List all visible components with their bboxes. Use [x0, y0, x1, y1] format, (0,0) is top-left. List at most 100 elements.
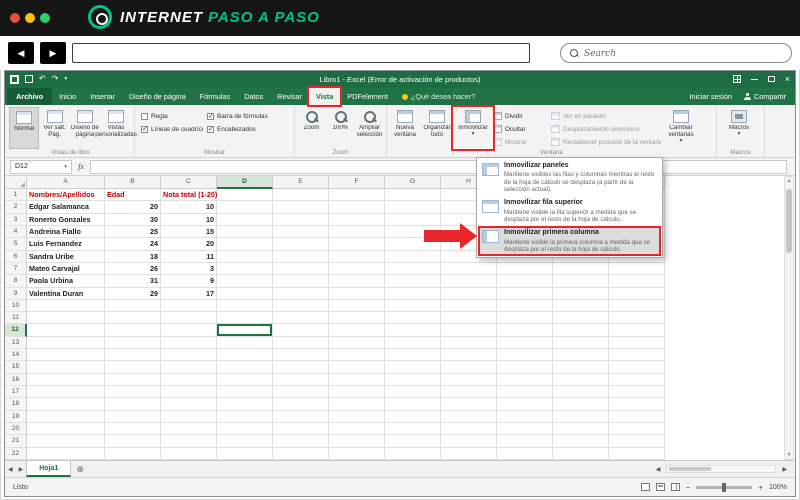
- zoom-button[interactable]: Zoom: [297, 107, 326, 149]
- cell-j19[interactable]: [553, 410, 609, 423]
- ribbon-tab-que-desea-hacer[interactable]: ¿Qué desea hacer?: [395, 88, 483, 105]
- vistas-personalizadas-button[interactable]: Vistas personalizadas: [95, 107, 137, 149]
- row-header-6[interactable]: 6: [5, 250, 27, 263]
- cell-d18[interactable]: [217, 398, 273, 411]
- cell-d5[interactable]: [217, 238, 273, 251]
- cell-h21[interactable]: [441, 435, 497, 448]
- cell-h11[interactable]: [441, 312, 497, 325]
- cell-a13[interactable]: [27, 336, 105, 350]
- cell-c6[interactable]: 11: [161, 250, 217, 263]
- menu-item-inmovilizar-fila-superior[interactable]: Inmovilizar fila superior Mantiene visibl…: [478, 196, 661, 226]
- cell-b13[interactable]: [105, 336, 161, 350]
- vertical-scrollbar[interactable]: ▲ ▼: [784, 176, 794, 460]
- scroll-up-icon[interactable]: ▲: [787, 177, 792, 185]
- cell-e6[interactable]: [273, 250, 329, 263]
- cell-b19[interactable]: [105, 410, 161, 423]
- row-header-22[interactable]: 22: [5, 447, 27, 460]
- cell-g19[interactable]: [385, 410, 441, 423]
- cell-g13[interactable]: [385, 336, 441, 350]
- cell-c11[interactable]: [161, 312, 217, 325]
- cell-k17[interactable]: [609, 386, 665, 399]
- ribbon-tab-formulas[interactable]: Fórmulas: [193, 88, 237, 105]
- cell-j14[interactable]: [553, 349, 609, 362]
- cell-f18[interactable]: [329, 398, 385, 411]
- cell-e18[interactable]: [273, 398, 329, 411]
- cell-d20[interactable]: [217, 422, 273, 436]
- cell-d13[interactable]: [217, 336, 273, 350]
- hscroll-left-icon[interactable]: ◀: [653, 466, 664, 473]
- cell-c17[interactable]: [161, 386, 217, 399]
- zoom-slider-thumb[interactable]: [722, 482, 727, 492]
- cell-g10[interactable]: [385, 299, 441, 313]
- cell-k14[interactable]: [609, 349, 665, 362]
- cell-d16[interactable]: [217, 373, 273, 386]
- cell-c2[interactable]: 10: [161, 201, 217, 214]
- dividir-button[interactable]: Dividir: [493, 110, 551, 122]
- cell-j21[interactable]: [553, 435, 609, 448]
- row-header-1[interactable]: 1: [5, 189, 27, 202]
- cell-e17[interactable]: [273, 386, 329, 399]
- cell-b18[interactable]: [105, 398, 161, 411]
- cell-f3[interactable]: [329, 213, 385, 226]
- cell-i8[interactable]: [497, 275, 553, 288]
- cell-g2[interactable]: [385, 201, 441, 214]
- cell-b8[interactable]: 31: [105, 275, 161, 288]
- search-box[interactable]: [560, 43, 792, 63]
- cell-k12[interactable]: [609, 324, 665, 337]
- cell-f9[interactable]: [329, 287, 385, 300]
- normal-button[interactable]: Normal: [9, 107, 40, 149]
- column-header-g[interactable]: G: [385, 176, 441, 189]
- cell-h19[interactable]: [441, 410, 497, 423]
- organizar-todo-button[interactable]: Organizar todo: [421, 107, 453, 149]
- cell-k15[interactable]: [609, 361, 665, 374]
- cell-f16[interactable]: [329, 373, 385, 386]
- cell-i16[interactable]: [497, 373, 553, 386]
- cell-a22[interactable]: [27, 447, 105, 460]
- cell-j18[interactable]: [553, 398, 609, 411]
- cell-d17[interactable]: [217, 386, 273, 399]
- ribbon-tab-pdfelement[interactable]: PDFelement: [340, 88, 395, 105]
- cell-a15[interactable]: [27, 361, 105, 374]
- cell-d8[interactable]: [217, 275, 273, 288]
- row-header-10[interactable]: 10: [5, 299, 27, 313]
- hscroll-right-icon[interactable]: ▶: [779, 466, 790, 473]
- cell-k13[interactable]: [609, 336, 665, 350]
- cell-f1[interactable]: [329, 189, 385, 202]
- cell-d19[interactable]: [217, 410, 273, 423]
- row-header-12[interactable]: 12: [5, 324, 27, 337]
- row-header-13[interactable]: 13: [5, 336, 27, 350]
- forward-button[interactable]: ▶: [40, 42, 66, 64]
- cell-h20[interactable]: [441, 422, 497, 436]
- cell-i13[interactable]: [497, 336, 553, 350]
- new-sheet-icon[interactable]: ⊕: [76, 462, 84, 477]
- cell-c3[interactable]: 10: [161, 213, 217, 226]
- cell-d6[interactable]: [217, 250, 273, 263]
- macros-button[interactable]: Macros ▾: [719, 107, 759, 149]
- cell-f6[interactable]: [329, 250, 385, 263]
- cell-a4[interactable]: Andreina Fiallo: [27, 225, 105, 239]
- cell-g18[interactable]: [385, 398, 441, 411]
- cell-g1[interactable]: [385, 189, 441, 202]
- cell-g11[interactable]: [385, 312, 441, 325]
- cell-e13[interactable]: [273, 336, 329, 350]
- cell-d3[interactable]: [217, 213, 273, 226]
- cell-j12[interactable]: [553, 324, 609, 337]
- cell-d14[interactable]: [217, 349, 273, 362]
- row-header-19[interactable]: 19: [5, 410, 27, 423]
- desplazamiento-sincronico-button[interactable]: Desplazamiento sincrónico: [551, 123, 661, 135]
- cell-e22[interactable]: [273, 447, 329, 460]
- name-box[interactable]: D12 ▾: [10, 159, 72, 174]
- cell-g12[interactable]: [385, 324, 441, 337]
- cell-i11[interactable]: [497, 312, 553, 325]
- zoom-slider[interactable]: [696, 482, 753, 492]
- cell-b20[interactable]: [105, 422, 161, 436]
- cell-d2[interactable]: [217, 201, 273, 214]
- cell-k9[interactable]: [609, 287, 665, 300]
- cell-e2[interactable]: [273, 201, 329, 214]
- cell-i22[interactable]: [497, 447, 553, 460]
- cell-g14[interactable]: [385, 349, 441, 362]
- cell-c20[interactable]: [161, 422, 217, 436]
- menu-item-inmovilizar-primera-columna[interactable]: Inmovilizar primera columna Mantiene visi…: [478, 226, 661, 257]
- cell-h13[interactable]: [441, 336, 497, 350]
- cell-a7[interactable]: Mateo Carvajal: [27, 262, 105, 276]
